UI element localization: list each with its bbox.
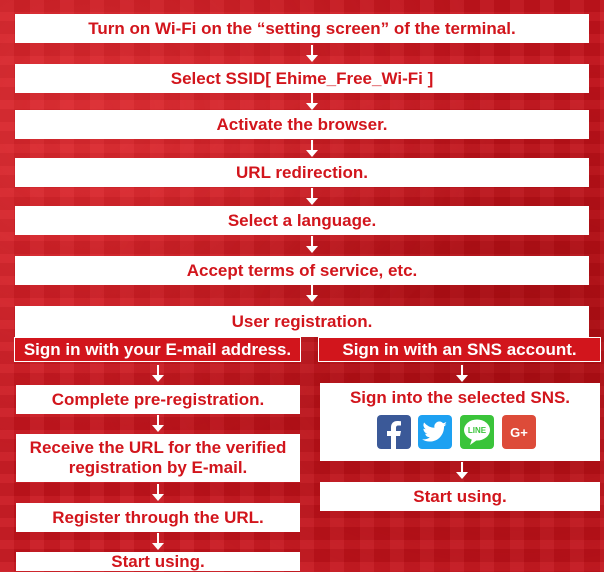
- facebook-icon: [377, 415, 411, 449]
- arrow-down-icon: [456, 365, 468, 383]
- arrow-down-icon: [152, 533, 164, 551]
- branch-email-header: Sign in with your E-mail address.: [14, 337, 301, 362]
- arrow-down-icon: [456, 462, 468, 480]
- step-sign-into-sns: Sign into the selected SNS.: [349, 388, 571, 407]
- step-receive-url-line2: registration by E-mail.: [68, 458, 248, 477]
- arrow-down-icon: [306, 285, 318, 303]
- google-plus-text: G+: [510, 424, 528, 440]
- line-icon-text: LINE: [467, 425, 487, 435]
- step-select-language: Select a language.: [15, 206, 589, 235]
- step-receive-url-line1: Receive the URL for the verified: [29, 438, 287, 458]
- twitter-icon: [418, 415, 452, 449]
- step-wifi: Turn on Wi-Fi on the “setting screen” of…: [15, 14, 589, 43]
- step-register-through-url: Register through the URL.: [16, 503, 300, 532]
- step-activate-browser: Activate the browser.: [15, 110, 589, 139]
- arrow-down-icon: [306, 188, 318, 206]
- arrow-down-icon: [152, 415, 164, 433]
- step-url-redirection: URL redirection.: [15, 158, 589, 187]
- arrow-down-icon: [306, 45, 318, 63]
- step-accept-terms: Accept terms of service, etc.: [15, 256, 589, 285]
- arrow-down-icon: [152, 365, 164, 383]
- step-start-using-email: Start using.: [16, 552, 300, 571]
- arrow-down-icon: [306, 93, 318, 111]
- arrow-down-icon: [306, 140, 318, 158]
- google-plus-icon: G+: [502, 415, 536, 449]
- step-complete-pre-registration: Complete pre-registration.: [16, 385, 300, 414]
- arrow-down-icon: [306, 236, 318, 254]
- branch-sns-header: Sign in with an SNS account.: [318, 337, 601, 362]
- arrow-down-icon: [152, 484, 164, 502]
- step-select-ssid: Select SSID[ Ehime_Free_Wi-Fi ]: [15, 64, 589, 93]
- step-receive-url: Receive the URL for the verified registr…: [16, 434, 300, 482]
- step-user-registration: User registration.: [15, 306, 589, 337]
- step-start-using-sns: Start using.: [320, 482, 600, 511]
- line-icon: LINE: [460, 415, 494, 449]
